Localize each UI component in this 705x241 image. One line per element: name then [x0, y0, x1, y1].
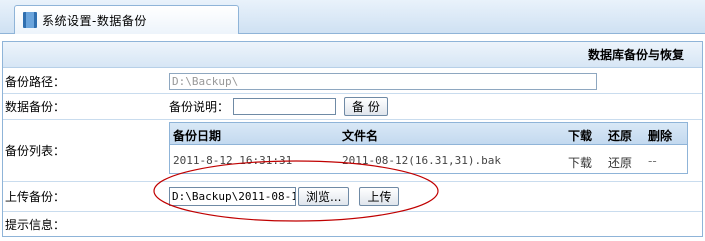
download-link[interactable]: 下载: [568, 154, 592, 171]
column-header-date: 备份日期: [173, 129, 222, 143]
backup-path-label: 备份路径：: [5, 74, 66, 89]
tab-title: 系统设置-数据备份: [42, 13, 147, 28]
backup-description-label: 备份说明：: [169, 100, 230, 114]
upload-backup-label: 上传备份：: [5, 190, 66, 204]
panel-header: 数据库备份与恢复: [3, 42, 702, 68]
info-label: 提示信息：: [5, 217, 66, 232]
backup-button[interactable]: 备 份: [344, 97, 388, 116]
row-info: 提示信息：: [3, 212, 702, 236]
backup-list-label: 备份列表：: [5, 144, 66, 158]
upload-button[interactable]: 上传: [359, 187, 400, 206]
row-data-backup: 数据备份： 备份说明： 备 份: [3, 94, 702, 120]
delete-cell: --: [648, 154, 657, 168]
column-header-delete: 删除: [648, 129, 673, 143]
data-backup-label: 数据备份：: [5, 100, 66, 114]
column-header-filename: 文件名: [342, 129, 379, 143]
browse-button[interactable]: 浏览...: [298, 187, 350, 206]
upload-file-input[interactable]: D:\Backup\2011-08-12(: [169, 187, 296, 206]
panel-heading: 数据库备份与恢复: [587, 48, 684, 62]
column-header-download: 下载: [568, 129, 593, 143]
backup-list-header: 备份日期 文件名 下载 还原 删除: [170, 123, 687, 145]
backup-list-table: 备份日期 文件名 下载 还原 删除 2011-8-12 16:31:31 201…: [169, 122, 688, 174]
backup-filename-cell: 2011-08-12(16.31,31).bak: [342, 154, 501, 167]
backup-panel: 数据库备份与恢复 备份路径： D:\Backup\ 数据备份： 备份说明： 备 …: [2, 41, 703, 237]
row-backup-list: 备份列表： 备份日期 文件名 下载 还原 删除 2011-8-12 16:31:…: [3, 120, 702, 182]
restore-link[interactable]: 还原: [608, 154, 632, 171]
backup-description-input[interactable]: [233, 98, 337, 115]
column-header-restore: 还原: [608, 129, 633, 143]
tab-strip: 系统设置-数据备份: [0, 0, 705, 34]
tab-system-settings-backup[interactable]: 系统设置-数据备份: [14, 5, 239, 34]
row-backup-path: 备份路径： D:\Backup\: [3, 69, 702, 94]
row-upload-backup: 上传备份： D:\Backup\2011-08-12( 浏览... 上传: [3, 182, 702, 212]
backup-date-cell: 2011-8-12 16:31:31: [173, 154, 293, 167]
book-icon: [23, 12, 37, 28]
table-row: 2011-8-12 16:31:31 2011-08-12(16.31,31).…: [170, 145, 687, 173]
backup-path-input[interactable]: D:\Backup\: [169, 72, 597, 90]
